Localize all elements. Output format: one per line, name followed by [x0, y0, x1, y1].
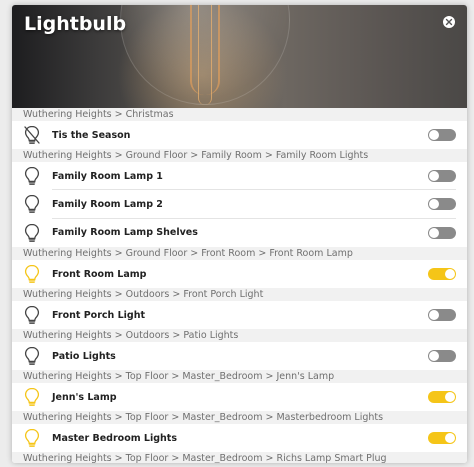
hero-image: Lightbulb [12, 5, 467, 108]
toggle-knob [445, 392, 455, 402]
device-row: Family Room Lamp 2 [12, 190, 467, 219]
close-icon[interactable] [443, 16, 455, 28]
group-breadcrumb: Wuthering Heights > Top Floor > Master_B… [12, 370, 467, 383]
power-toggle[interactable] [428, 170, 456, 182]
lightbulb-icon [12, 194, 52, 214]
lightbulb-icon [12, 166, 52, 186]
lightbulb-dialog: Lightbulb Wuthering Heights > Christmas T… [12, 5, 467, 463]
device-label[interactable]: Master Bedroom Lights [52, 433, 428, 444]
dialog-title: Lightbulb [24, 13, 127, 35]
device-label[interactable]: Front Porch Light [52, 310, 428, 321]
lightbulb-icon [12, 305, 52, 325]
toggle-knob [429, 310, 439, 320]
device-list: Wuthering Heights > Christmas Tis the Sea… [12, 108, 467, 463]
device-label[interactable]: Patio Lights [52, 351, 428, 362]
device-row: Family Room Lamp Shelves [12, 218, 467, 247]
group-breadcrumb: Wuthering Heights > Top Floor > Master_B… [12, 452, 467, 463]
toggle-knob [429, 227, 439, 238]
device-label[interactable]: Front Room Lamp [52, 269, 428, 280]
device-row: Family Room Lamp 1 [12, 162, 467, 190]
power-toggle[interactable] [428, 198, 456, 211]
power-toggle[interactable] [428, 391, 456, 403]
lightbulb-off-icon [12, 125, 52, 145]
device-row: Master Bedroom Lights [12, 424, 467, 452]
device-row: Jenn's Lamp [12, 383, 467, 411]
lightbulb-icon [12, 387, 52, 407]
power-toggle[interactable] [428, 350, 456, 362]
power-toggle[interactable] [428, 226, 456, 239]
filament-graphic-inner [198, 5, 212, 105]
lightbulb-icon [12, 428, 52, 448]
toggle-knob [445, 433, 455, 443]
toggle-knob [429, 199, 439, 210]
power-toggle[interactable] [428, 432, 456, 444]
device-label[interactable]: Family Room Lamp 1 [52, 171, 428, 182]
power-toggle[interactable] [428, 309, 456, 321]
toggle-knob [429, 130, 439, 140]
device-row: Tis the Season [12, 121, 467, 149]
lightbulb-icon [12, 264, 52, 284]
group-breadcrumb: Wuthering Heights > Christmas [12, 108, 467, 121]
device-label[interactable]: Family Room Lamp 2 [52, 199, 428, 210]
group-breadcrumb: Wuthering Heights > Outdoors > Patio Lig… [12, 329, 467, 342]
lightbulb-icon [12, 346, 52, 366]
device-label[interactable]: Tis the Season [52, 130, 428, 141]
group-breadcrumb: Wuthering Heights > Ground Floor > Front… [12, 247, 467, 260]
toggle-knob [445, 269, 455, 279]
power-toggle[interactable] [428, 268, 456, 280]
toggle-knob [429, 171, 439, 181]
group-breadcrumb: Wuthering Heights > Outdoors > Front Por… [12, 288, 467, 301]
device-row: Patio Lights [12, 342, 467, 370]
device-label[interactable]: Family Room Lamp Shelves [52, 227, 428, 238]
device-row: Front Porch Light [12, 301, 467, 329]
group-breadcrumb: Wuthering Heights > Ground Floor > Famil… [12, 149, 467, 162]
power-toggle[interactable] [428, 129, 456, 141]
device-row: Front Room Lamp [12, 260, 467, 288]
device-label[interactable]: Jenn's Lamp [52, 392, 428, 403]
toggle-knob [429, 351, 439, 361]
lightbulb-icon [12, 223, 52, 243]
group-breadcrumb: Wuthering Heights > Top Floor > Master_B… [12, 411, 467, 424]
